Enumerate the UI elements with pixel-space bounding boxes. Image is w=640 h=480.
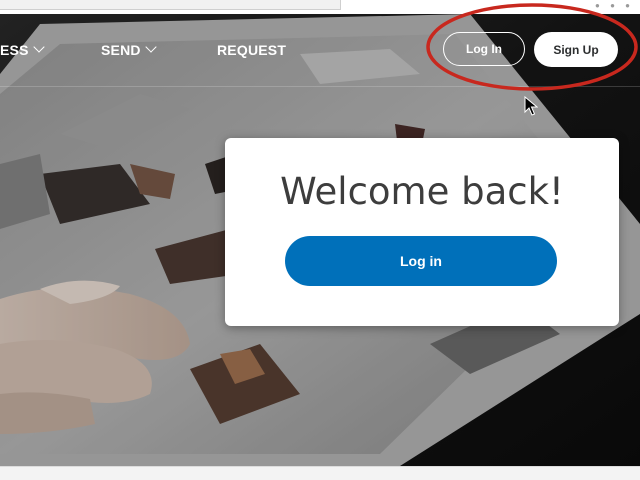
welcome-card: Welcome back! Log in [225,138,619,326]
nav-request-label: REQUEST [217,42,287,58]
page-bottom-edge [0,466,640,480]
chevron-down-icon [32,41,45,53]
login-button-primary[interactable]: Log in [285,236,557,286]
nav-send-label: SEND [101,42,141,58]
cursor-icon [524,96,538,116]
signup-button-nav[interactable]: Sign Up [534,32,618,67]
browser-tab-strip: ● ● ● [0,0,640,15]
screen: ● ● ● ESS SEND REQUEST Log In Sign Up We… [0,0,640,480]
nav-business-label: ESS [0,42,29,58]
browser-extension-icons[interactable]: ● ● ● [595,2,634,10]
nav-request-link[interactable]: REQUEST [217,41,286,59]
chevron-down-icon [145,41,157,53]
browser-tab[interactable] [0,0,341,10]
nav-divider [0,86,640,87]
nav-send-menu[interactable]: SEND [101,41,157,59]
top-navigation: ESS SEND REQUEST Log In Sign Up [0,14,640,87]
nav-business-menu[interactable]: ESS [0,41,45,59]
login-button-nav[interactable]: Log In [443,32,525,66]
welcome-title: Welcome back! [280,170,564,213]
